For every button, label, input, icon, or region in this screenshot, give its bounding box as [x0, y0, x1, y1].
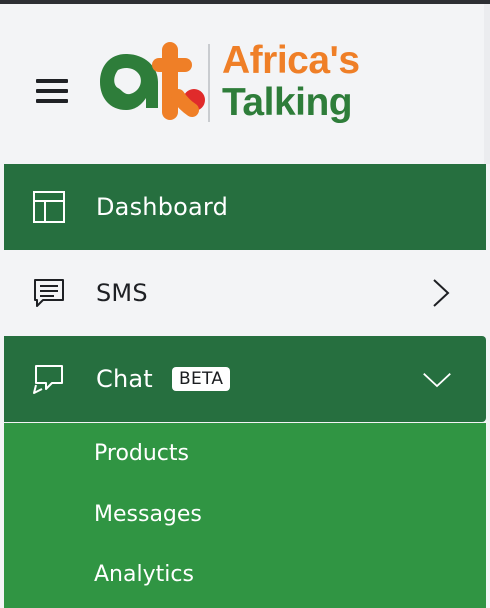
brand-name-line1: Africa's	[222, 39, 360, 82]
brand-logo[interactable]: Africa's Talking	[96, 38, 386, 138]
sidebar-item-chat[interactable]: Chat BETA	[4, 336, 486, 422]
brand-name-line2: Talking	[222, 81, 353, 124]
chevron-down-icon[interactable]	[422, 364, 452, 394]
sidebar-header: Africa's Talking	[0, 4, 490, 164]
chat-bubbles-icon	[33, 365, 63, 394]
submenu-item-analytics[interactable]: Analytics	[94, 562, 194, 587]
scroll-edge	[484, 4, 490, 164]
submenu-item-messages[interactable]: Messages	[94, 502, 202, 527]
chat-submenu: Products Messages Analytics	[4, 423, 486, 608]
chevron-right-icon[interactable]	[428, 278, 458, 308]
sidebar-nav: Dashboard SMS Chat BETA	[4, 164, 486, 422]
logo-divider	[208, 44, 210, 122]
sidebar-item-dashboard[interactable]: Dashboard	[4, 164, 486, 250]
sidebar-item-sms[interactable]: SMS	[4, 250, 486, 336]
sidebar-item-label: Dashboard	[96, 193, 229, 221]
submenu-item-products[interactable]: Products	[94, 441, 189, 466]
sidebar-item-label: SMS	[96, 279, 148, 307]
beta-badge: BETA	[172, 367, 231, 391]
brand-wordmark: Africa's Talking	[222, 40, 360, 124]
sms-message-icon	[34, 279, 64, 307]
africas-talking-mark-icon	[100, 42, 205, 120]
hamburger-menu-icon[interactable]	[36, 79, 68, 103]
sidebar-item-label: Chat	[96, 365, 153, 393]
dashboard-layout-icon	[33, 191, 65, 223]
